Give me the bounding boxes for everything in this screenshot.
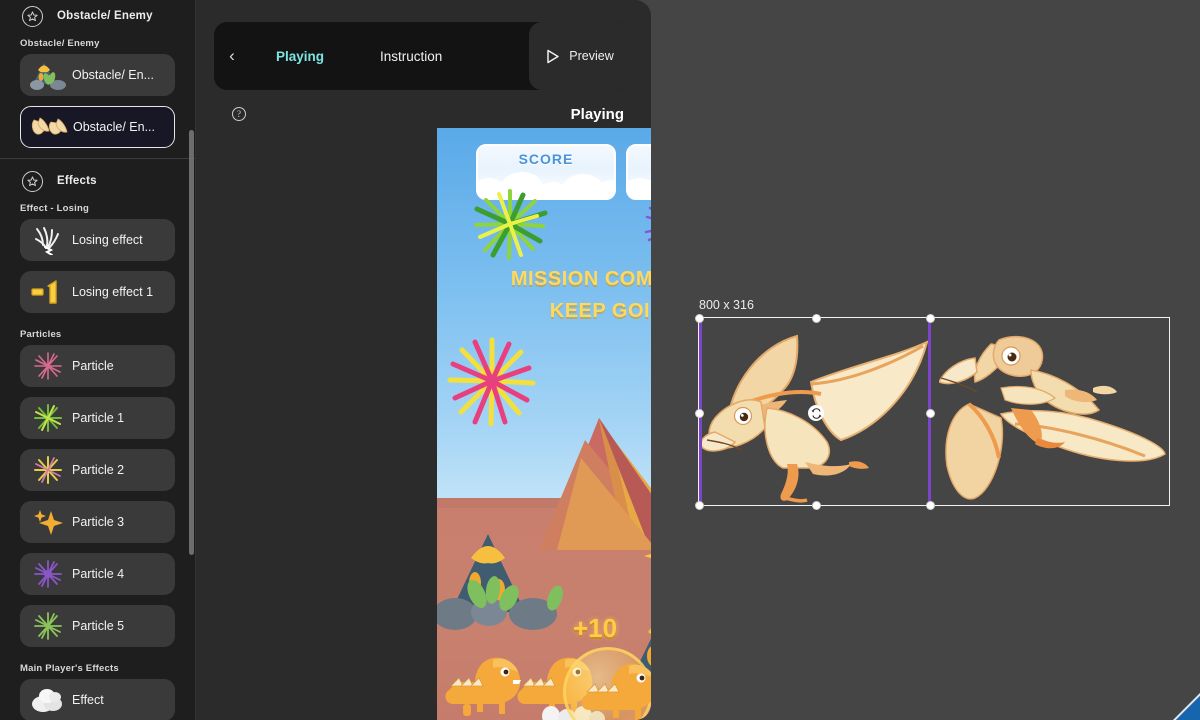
firework-yellow-icon [28,453,68,487]
list-item-label: Particle 3 [72,515,125,529]
tab-instruction[interactable]: Instruction [380,49,442,64]
preview-button[interactable]: Preview [529,22,629,90]
dino-3-shielded [581,663,651,720]
section-header-obstacle-enemy[interactable]: Obstacle/ Enemy [0,0,196,32]
list-item-label: Particle 2 [72,463,125,477]
group-label: Effect - Losing [20,203,89,214]
list-item-label: Particle [72,359,114,373]
scene-subbar: ? Playing [214,100,629,128]
group-label: Obstacle/ Enemy [20,38,100,49]
pterodactyl-icon [29,110,69,144]
handle-top-left[interactable] [694,313,704,323]
score-popup: +10 [573,613,618,643]
star-circle-icon [22,170,43,192]
list-item[interactable]: Obstacle/ En... [20,54,175,96]
list-item[interactable]: Losing effect 1 [20,271,175,313]
section-header-effects[interactable]: Effects [0,165,196,197]
volcano-rock-icon [28,58,68,92]
rotate-handle-icon[interactable] [808,405,824,421]
firework-purple-icon [28,557,68,591]
group-label: Main Player's Effects [20,663,119,674]
sidebar-section-obstacle-enemy: Obstacle/ Enemy Obstacle/ Enemy Obstacle/ … [0,0,196,148]
list-item[interactable]: Particle 5 [20,605,175,647]
score-label: SCORE [518,151,574,167]
mission-complete-text: MISSION COMPLETE! [510,268,651,290]
list-item[interactable]: Particle 4 [20,553,175,595]
pterodactyl-sprite-2 [939,335,1166,500]
list-item[interactable]: Losing effect [20,219,175,261]
firework-green-icon [28,401,68,435]
star-circle-icon [22,5,43,27]
handle-middle-left[interactable] [694,408,704,418]
editor-panel: ‹ Playing Instruction › Preview ? Playin… [196,0,651,720]
firework-purple-icon [644,206,651,242]
group-label: Particles [20,329,62,340]
section-title: Effects [57,175,97,187]
sidebar-scrollbar-thumb[interactable] [189,130,194,555]
firework-yellow-pink-icon [447,337,536,427]
play-triangle-icon [547,49,560,63]
firework-pink-icon [28,349,68,383]
sparkle-gold-icon [28,505,68,539]
minus-one-icon [28,275,68,309]
prev-scene-arrow[interactable]: ‹ [218,46,246,66]
sidebar-section-effects: Effects Effect - Losing Losing effect Losin… [0,165,196,720]
list-item[interactable]: Particle 2 [20,449,175,491]
firework-green-icon [474,189,548,260]
keep-going-text: KEEP GOING! [549,300,651,322]
sidebar-section-divider [0,158,196,159]
list-item-label: Particle 5 [72,619,125,633]
list-item[interactable]: Particle 3 [20,501,175,543]
smoke-puff-icon [28,683,68,717]
handle-middle-right[interactable] [925,408,935,418]
list-item-label: Obstacle/ En... [72,68,154,82]
scene-title: Playing [570,105,624,123]
handle-bottom-left[interactable] [694,500,704,510]
section-title: Obstacle/ Enemy [57,10,153,22]
rocks-plants-left [437,576,563,630]
list-item-label: Losing effect [72,233,143,247]
list-item-label: Particle 4 [72,567,125,581]
rotate-arrows-glyph [811,407,821,419]
impact-burst-icon [28,223,68,257]
firework-lime-icon [28,609,68,643]
handle-top-right[interactable] [925,313,935,323]
list-item[interactable]: Obstacle/ En... [20,106,175,148]
list-item[interactable]: Effect [20,679,175,720]
game-preview-canvas[interactable]: SCORE LIVES [437,128,651,720]
handle-bottom-right[interactable] [925,500,935,510]
list-item[interactable]: Particle [20,345,175,387]
selection-box[interactable] [694,313,1170,510]
list-item-label: Losing effect 1 [72,285,154,299]
list-item[interactable]: Particle 1 [20,397,175,439]
handle-top-center[interactable] [811,313,821,323]
preview-button-label: Preview [569,49,614,63]
list-item-label: Particle 1 [72,411,125,425]
selection-size-label: 800 x 316 [699,298,754,312]
list-item-label: Effect [72,693,104,707]
app-root: Obstacle/ Enemy Obstacle/ Enemy Obstacle/ … [0,0,1200,720]
scene-toolbar: ‹ Playing Instruction › Preview [214,22,629,90]
list-item-label: Obstacle/ En... [73,120,155,134]
question-mark-icon[interactable]: ? [232,107,246,121]
scene-tabs: Playing Instruction [246,49,517,64]
lives-label: LIVES [628,151,651,167]
sparkle-gold-icon [644,554,651,558]
tab-playing[interactable]: Playing [276,49,324,64]
left-sidebar: Obstacle/ Enemy Obstacle/ Enemy Obstacle/ … [0,0,196,720]
handle-bottom-center[interactable] [811,500,821,510]
